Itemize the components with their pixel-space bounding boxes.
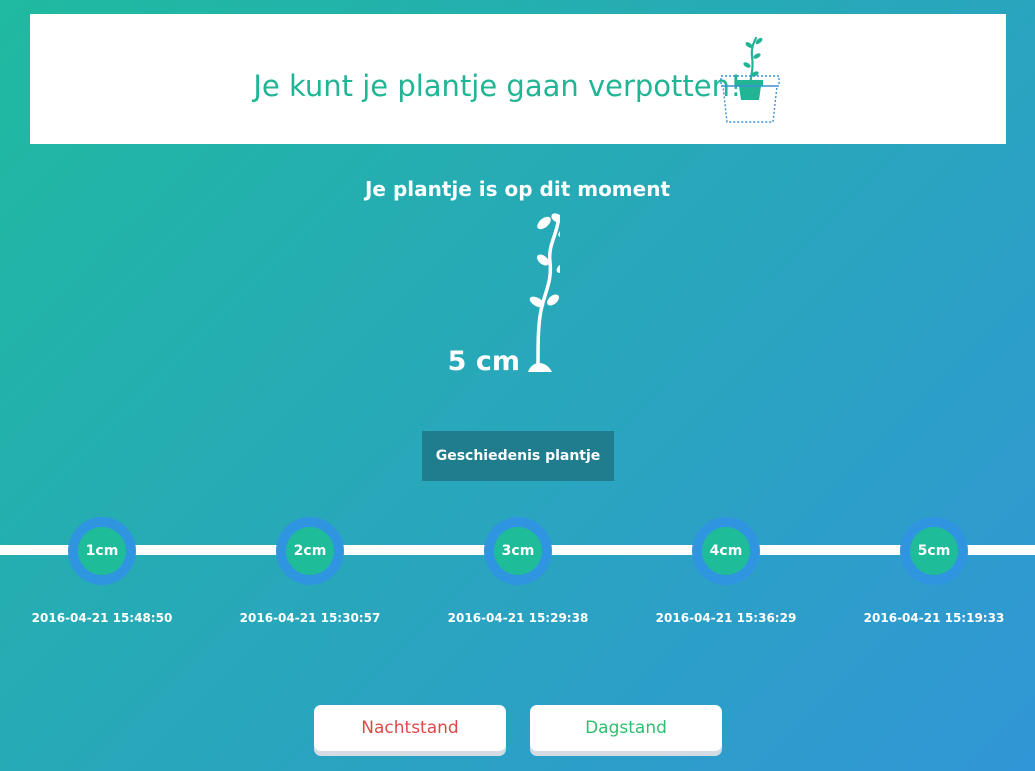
night-mode-button[interactable]: Nachtstand [314, 705, 506, 751]
milestone-date: 2016-04-21 15:48:50 [31, 611, 173, 625]
potted-plant-icon [720, 36, 780, 123]
milestone-date: 2016-04-21 15:30:57 [239, 611, 381, 625]
repot-banner: Je kunt je plantje gaan verpotten! [30, 14, 1006, 144]
milestone-date: 2016-04-21 15:19:33 [863, 611, 1005, 625]
plant-history-button[interactable]: Geschiedenis plantje [422, 431, 614, 481]
current-status-heading: Je plantje is op dit moment [364, 177, 671, 201]
timeline-milestone[interactable]: 3cm [484, 517, 552, 585]
milestone-size: 3cm [494, 527, 542, 575]
timeline-milestone[interactable]: 5cm [900, 517, 968, 585]
repot-message: Je kunt je plantje gaan verpotten! [253, 69, 742, 103]
milestone-date: 2016-04-21 15:29:38 [447, 611, 589, 625]
milestone-size: 1cm [78, 527, 126, 575]
timeline-milestone[interactable]: 2cm [276, 517, 344, 585]
milestone-size: 5cm [910, 527, 958, 575]
day-mode-button[interactable]: Dagstand [530, 705, 722, 751]
timeline-milestone[interactable]: 1cm [68, 517, 136, 585]
milestone-date: 2016-04-21 15:36:29 [655, 611, 797, 625]
current-size: 5 cm [447, 346, 520, 377]
sprout-icon [528, 213, 560, 372]
milestone-size: 4cm [702, 527, 750, 575]
milestone-size: 2cm [286, 527, 334, 575]
timeline-milestone[interactable]: 4cm [692, 517, 760, 585]
